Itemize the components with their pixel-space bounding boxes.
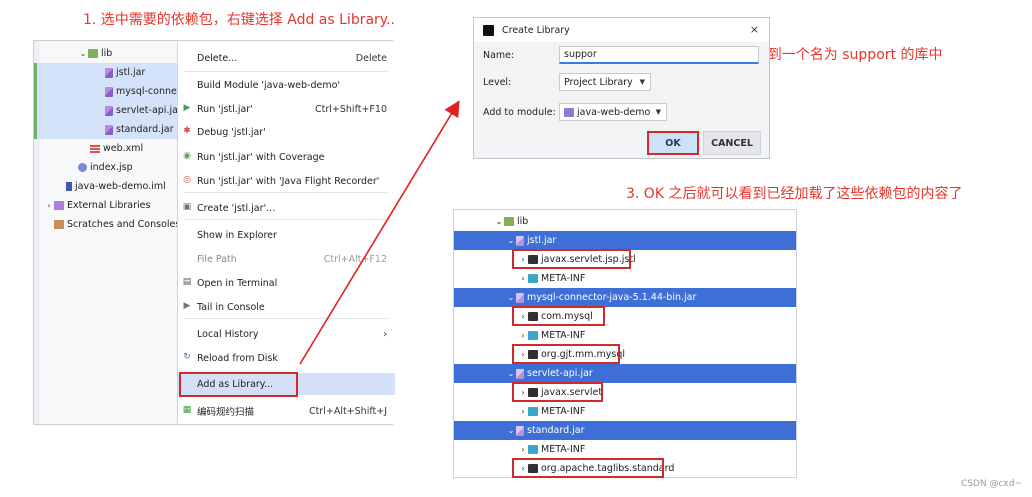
package-folder-icon	[528, 255, 538, 264]
chevron-right-icon[interactable]: ›	[518, 388, 528, 397]
library-name-input[interactable]: suppor	[559, 46, 759, 64]
result-package[interactable]: › org.gjt.mm.mysql	[454, 345, 796, 364]
create-library-dialog: Create Library × Name: suppor Level: Pro…	[473, 17, 770, 159]
name-label: Name:	[483, 50, 515, 61]
add-to-module-label: Add to module:	[483, 107, 556, 118]
tree-item-label: org.apache.taglibs.standard	[541, 463, 675, 474]
tree-item-label: javax.servlet	[541, 387, 603, 398]
result-package[interactable]: › javax.servlet	[454, 383, 796, 402]
chevron-right-icon[interactable]: ›	[518, 407, 528, 416]
level-value: Project Library	[564, 76, 633, 88]
result-package[interactable]: › com.mysql	[454, 307, 796, 326]
result-jar-standard[interactable]: ⌄ standard.jar	[454, 421, 796, 440]
tree-item-label: com.mysql	[541, 311, 593, 322]
result-meta-inf[interactable]: › META-INF	[454, 269, 796, 288]
level-label: Level:	[483, 77, 512, 88]
chevron-right-icon[interactable]: ›	[518, 255, 528, 264]
result-tree: ⌄ lib ⌄ jstl.jar › javax.servlet.jsp.jst…	[453, 209, 797, 478]
dialog-title: Create Library	[502, 24, 570, 36]
chevron-down-icon[interactable]: ⌄	[506, 369, 516, 378]
chevron-right-icon[interactable]: ›	[518, 350, 528, 359]
close-icon[interactable]: ×	[750, 23, 759, 36]
chevron-down-icon: ▼	[639, 78, 645, 86]
watermark: CSDN @cxd~	[960, 479, 1022, 489]
dialog-titlebar: Create Library ×	[474, 18, 769, 42]
result-meta-inf[interactable]: › META-INF	[454, 402, 796, 421]
jar-icon	[516, 235, 524, 246]
tree-item-label: META-INF	[541, 444, 586, 455]
module-folder-icon	[564, 107, 574, 117]
tree-item-label: META-INF	[541, 406, 586, 417]
ok-button[interactable]: OK	[647, 131, 699, 155]
chevron-right-icon[interactable]: ›	[518, 331, 528, 340]
chevron-right-icon[interactable]: ›	[518, 464, 528, 473]
result-package[interactable]: › javax.servlet.jsp.jstl	[454, 250, 796, 269]
jar-icon	[516, 368, 524, 379]
result-package[interactable]: › org.apache.taglibs.standard	[454, 459, 796, 478]
module-value: java-web-demo	[577, 106, 651, 118]
result-jar-servlet[interactable]: ⌄ servlet-api.jar	[454, 364, 796, 383]
tree-item-label: jstl.jar	[527, 235, 557, 246]
result-jar-jstl[interactable]: ⌄ jstl.jar	[454, 231, 796, 250]
chevron-down-icon[interactable]: ⌄	[506, 236, 516, 245]
result-jar-mysql[interactable]: ⌄ mysql-connector-java-5.1.44-bin.jar	[454, 288, 796, 307]
meta-folder-icon	[528, 274, 538, 283]
library-name-value: suppor	[564, 49, 597, 60]
chevron-right-icon[interactable]: ›	[518, 312, 528, 321]
chevron-down-icon[interactable]: ⌄	[506, 293, 516, 302]
result-meta-inf[interactable]: › META-INF	[454, 440, 796, 459]
chevron-right-icon[interactable]: ›	[518, 445, 528, 454]
jar-icon	[516, 425, 524, 436]
tree-item-label: javax.servlet.jsp.jstl	[541, 254, 636, 265]
tree-item-label: standard.jar	[527, 425, 585, 436]
result-meta-inf[interactable]: › META-INF	[454, 326, 796, 345]
package-folder-icon	[528, 312, 538, 321]
level-select[interactable]: Project Library ▼	[559, 73, 651, 91]
package-folder-icon	[528, 350, 538, 359]
chevron-down-icon: ▼	[655, 108, 661, 116]
lib-folder-icon	[504, 217, 514, 226]
tree-item-label: META-INF	[541, 273, 586, 284]
package-folder-icon	[528, 388, 538, 397]
meta-folder-icon	[528, 407, 538, 416]
chevron-down-icon[interactable]: ⌄	[494, 217, 504, 226]
tree-item-label: org.gjt.mm.mysql	[541, 349, 626, 360]
tree-item-label: META-INF	[541, 330, 586, 341]
chevron-down-icon[interactable]: ⌄	[506, 426, 516, 435]
tree-item-label: mysql-connector-java-5.1.44-bin.jar	[527, 292, 697, 303]
jar-icon	[516, 292, 524, 303]
tree-item-label: lib	[517, 216, 529, 227]
module-select[interactable]: java-web-demo ▼	[559, 103, 667, 121]
chevron-right-icon[interactable]: ›	[518, 274, 528, 283]
tree-item-label: servlet-api.jar	[527, 368, 593, 379]
meta-folder-icon	[528, 445, 538, 454]
result-lib-folder[interactable]: ⌄ lib	[454, 212, 796, 231]
meta-folder-icon	[528, 331, 538, 340]
intellij-logo-icon	[483, 24, 494, 36]
package-folder-icon	[528, 464, 538, 473]
cancel-button[interactable]: CANCEL	[703, 131, 761, 155]
